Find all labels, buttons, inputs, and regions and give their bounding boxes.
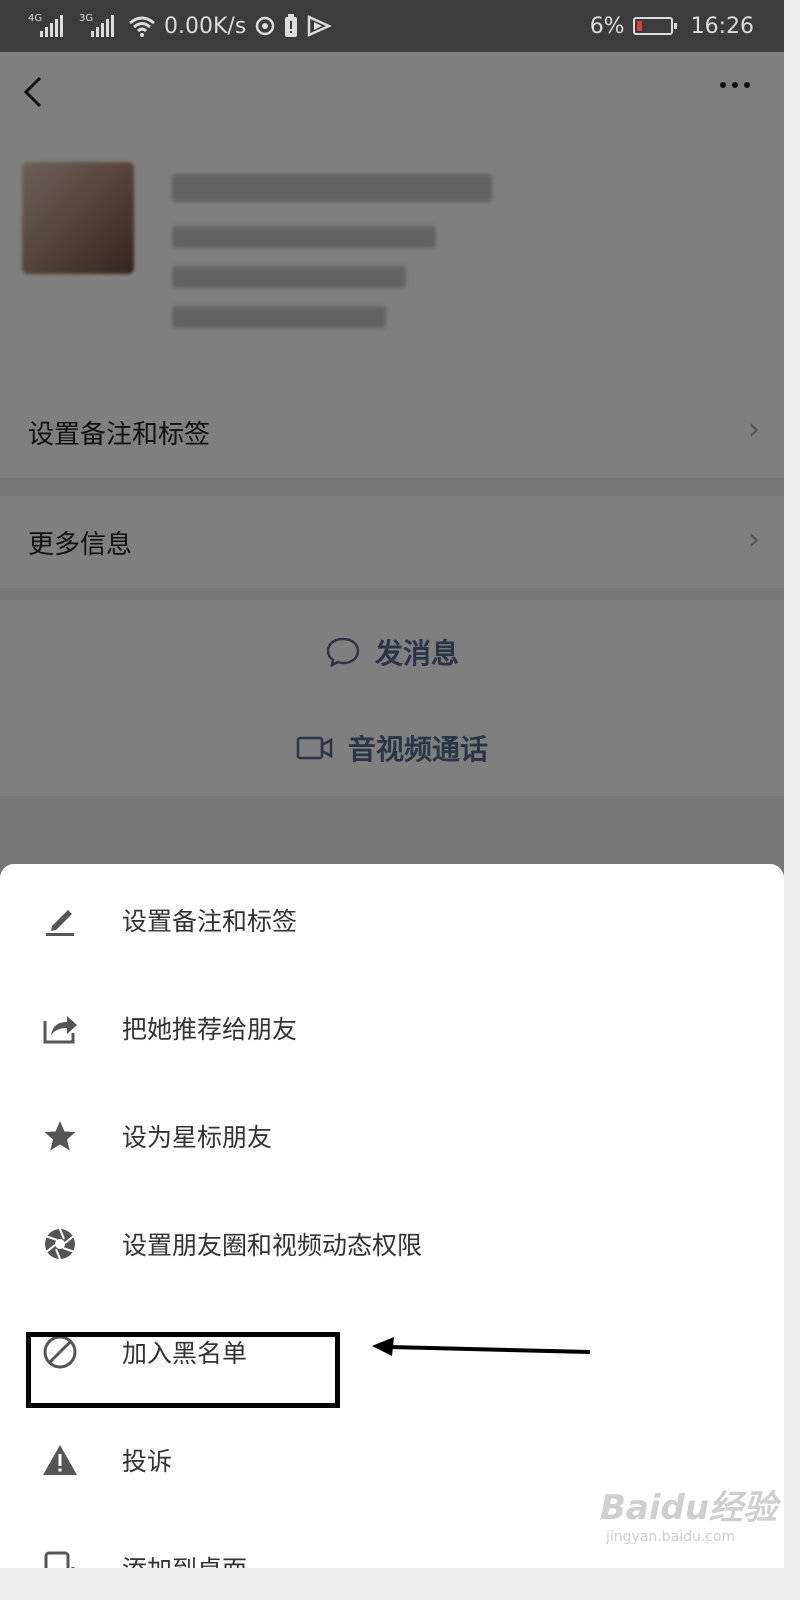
cell-signal-icon: 4G — [28, 13, 63, 37]
clock: 16:26 — [690, 13, 754, 39]
cell-signal-icon: 3G — [79, 13, 114, 37]
menu-item-label: 设置备注和标签 — [122, 907, 298, 936]
wifi-icon — [129, 16, 155, 37]
menu-item-moments-permission[interactable]: 设置朋友圈和视频动态权限 — [0, 1190, 784, 1298]
status-bar: 4G 3G 0.00K/s 6% 16:26 — [0, 0, 784, 52]
battery-alert-icon — [285, 14, 298, 37]
highlight-box-annotation — [26, 1332, 340, 1408]
watermark-url: jingyan.baidu.com — [606, 1529, 736, 1545]
arrow-annotation — [372, 1337, 591, 1356]
pencil-icon — [40, 900, 80, 940]
menu-item-label: 设为星标朋友 — [122, 1123, 273, 1152]
add-to-desktop-icon — [40, 1548, 80, 1568]
menu-item-label: 把她推荐给朋友 — [122, 1015, 298, 1044]
share-icon — [40, 1008, 80, 1048]
play-icon — [308, 15, 333, 37]
net-speed: 0.00K/s — [164, 13, 247, 39]
menu-item-label: 设置朋友圈和视频动态权限 — [122, 1231, 423, 1260]
baidu-jingyan-watermark: Baidu经验 jingyan.baidu.com — [600, 1480, 777, 1545]
menu-item-set-remarks[interactable]: 设置备注和标签 — [0, 866, 784, 974]
menu-item-recommend[interactable]: 把她推荐给朋友 — [0, 974, 784, 1082]
battery-icon — [632, 17, 677, 35]
battery-percent: 6% — [589, 13, 625, 39]
menu-item-label: 投诉 — [122, 1447, 173, 1476]
star-icon — [40, 1116, 80, 1156]
menu-item-label: 添加到桌面 — [122, 1550, 247, 1568]
action-sheet: 设置备注和标签 把她推荐给朋友 设为星标朋友 设置朋友圈和视频动态权限 加入黑名… — [0, 864, 784, 1568]
warning-icon — [40, 1440, 80, 1480]
aperture-icon — [40, 1224, 80, 1264]
watermark-brand: Baidu经验 — [600, 1488, 778, 1528]
menu-item-star[interactable]: 设为星标朋友 — [0, 1082, 784, 1190]
netease-music-icon — [256, 16, 275, 36]
